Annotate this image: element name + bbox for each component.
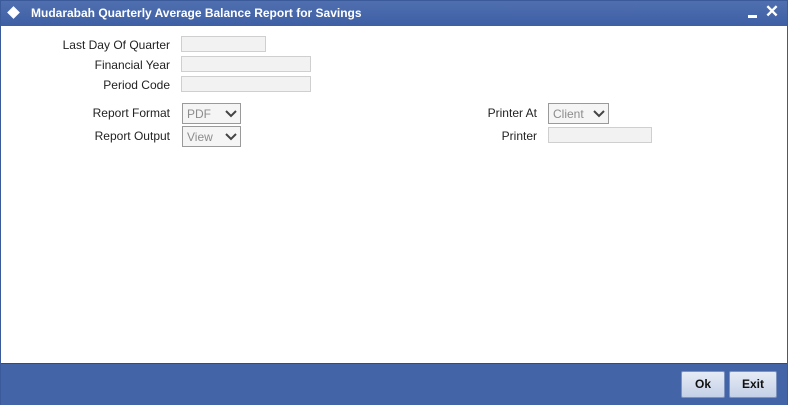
chevron-down-icon	[593, 110, 605, 118]
report-format-select[interactable]: PDF	[182, 103, 241, 124]
chevron-down-icon	[225, 110, 237, 118]
printer-label: Printer	[501, 129, 537, 143]
minimize-icon[interactable]	[744, 3, 762, 23]
report-window: Mudarabah Quarterly Average Balance Repo…	[0, 0, 788, 405]
financial-year-field[interactable]	[181, 56, 311, 72]
last-day-of-quarter-label: Last Day Of Quarter	[62, 38, 170, 52]
report-output-select[interactable]: View	[182, 126, 241, 147]
period-code-field[interactable]	[181, 76, 311, 92]
report-output-label: Report Output	[94, 129, 170, 143]
ok-button[interactable]: Ok	[681, 371, 725, 398]
printer-at-label: Printer At	[487, 106, 537, 120]
last-day-of-quarter-field[interactable]	[181, 36, 266, 52]
financial-year-label: Financial Year	[94, 58, 170, 72]
exit-button[interactable]: Exit	[729, 371, 777, 398]
printer-field[interactable]	[548, 127, 652, 143]
title-bar[interactable]: Mudarabah Quarterly Average Balance Repo…	[1, 1, 787, 26]
close-icon[interactable]: ✕	[763, 3, 781, 23]
printer-at-value: Client	[553, 107, 584, 121]
chevron-down-icon	[225, 133, 237, 141]
footer-bar: Ok Exit	[1, 363, 787, 405]
window-menu-icon[interactable]	[7, 6, 20, 19]
report-format-label: Report Format	[92, 106, 170, 120]
report-format-value: PDF	[187, 107, 211, 121]
period-code-label: Period Code	[103, 78, 170, 92]
report-output-value: View	[187, 130, 213, 144]
printer-at-select[interactable]: Client	[548, 103, 609, 124]
window-title: Mudarabah Quarterly Average Balance Repo…	[31, 6, 362, 20]
